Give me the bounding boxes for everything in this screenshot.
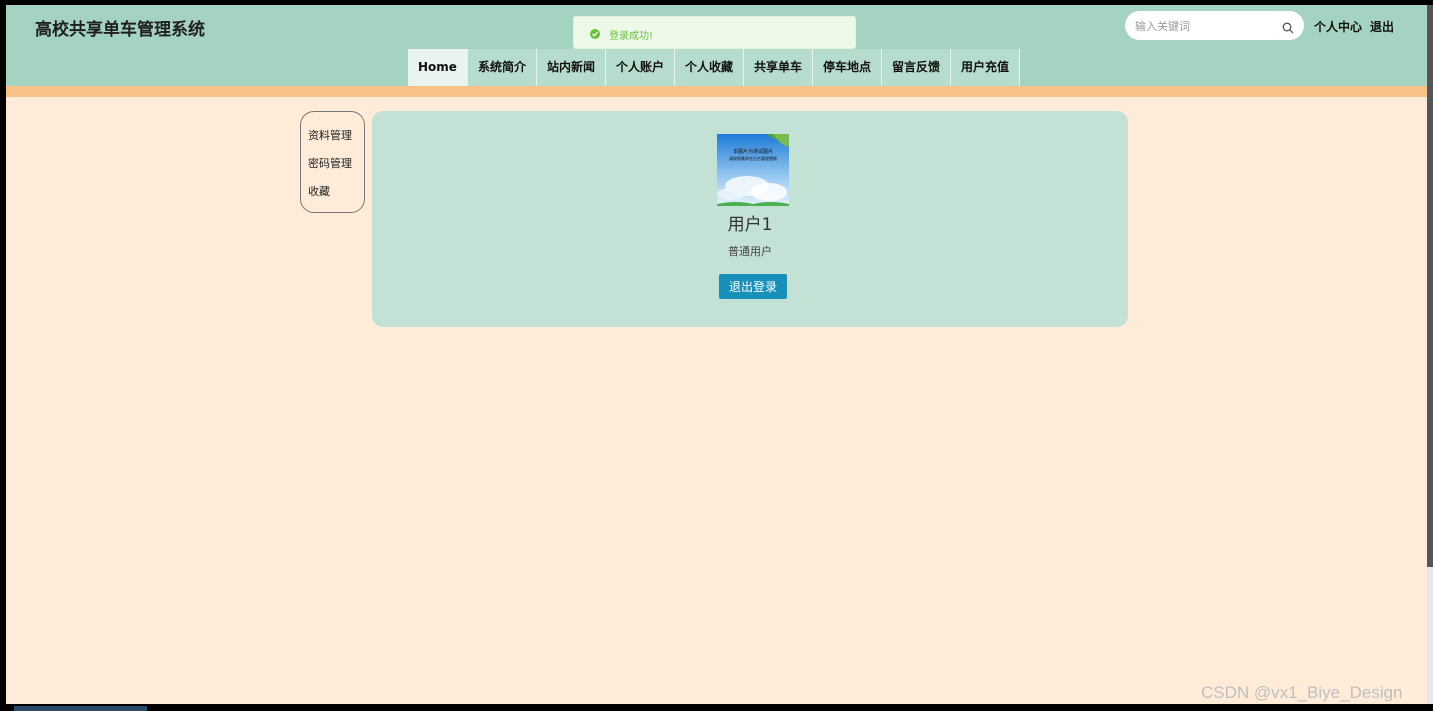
nav-item-favorites[interactable]: 个人收藏 [675,49,744,86]
avatar-caption-line1: 本图片为测试图片 [733,148,773,155]
logout-link[interactable]: 退出 [1370,18,1394,35]
scrollbar[interactable] [1427,5,1433,704]
search-icon[interactable] [1282,19,1294,38]
site-title: 高校共享单车管理系统 [35,20,205,40]
main-nav: Home 系统简介 站内新闻 个人账户 个人收藏 共享单车 停车地点 留言反馈 … [408,49,1021,86]
username: 用户1 [727,215,773,235]
nav-item-shared-bikes[interactable]: 共享单车 [744,49,814,86]
search-input[interactable] [1133,16,1277,37]
sidebar-item-profile[interactable]: 资料管理 [308,127,352,143]
nav-item-recharge[interactable]: 用户充值 [951,49,1021,86]
scroll-thumb[interactable] [1427,5,1433,567]
header: 高校共享单车管理系统 登录成功! 个人中心 退出 Home 系统简介 站内新闻 … [6,5,1427,86]
nav-item-home[interactable]: Home [408,49,468,86]
side-menu: 资料管理 密码管理 收藏 [300,111,365,213]
nav-item-system-intro[interactable]: 系统简介 [468,49,537,86]
sidebar-item-password[interactable]: 密码管理 [308,155,352,171]
nav-item-news[interactable]: 站内新闻 [537,49,606,86]
toast-message: 登录成功! [609,31,654,42]
nav-item-feedback[interactable]: 留言反馈 [882,49,952,86]
user-center-link[interactable]: 个人中心 [1314,18,1362,35]
logout-button[interactable]: 退出登录 [719,274,787,299]
success-toast: 登录成功! [573,16,856,49]
sidebar-item-favorites[interactable]: 收藏 [308,183,330,199]
user-role: 普通用户 [728,245,772,258]
profile-card: 本图片为测试图片 请按照需求在后台管理替换 用户1 普通用户 退出登录 [372,111,1128,327]
avatar-caption-line2: 请按照需求在后台管理替换 [729,155,777,161]
nav-item-parking[interactable]: 停车地点 [813,49,883,86]
nav-item-account[interactable]: 个人账户 [606,49,675,86]
page-frame: 高校共享单车管理系统 登录成功! 个人中心 退出 Home 系统简介 站内新闻 … [6,5,1427,704]
taskbar-fragment [14,706,147,711]
accent-bar [6,86,1427,97]
check-circle-icon [590,29,600,39]
search-box [1125,11,1304,40]
avatar: 本图片为测试图片 请按照需求在后台管理替换 [717,134,789,206]
watermark: CSDN @vx1_Biye_Design [1201,683,1403,702]
